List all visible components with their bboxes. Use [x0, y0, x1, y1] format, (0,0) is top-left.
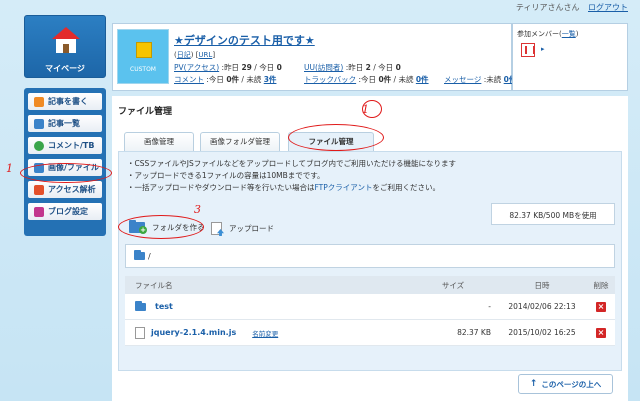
- blog-links: (日記) [URL]: [174, 51, 216, 59]
- logout-link[interactable]: ログアウト: [588, 3, 628, 12]
- upload-label: アップロード: [229, 224, 274, 233]
- annotation-circle-sidebar: [20, 163, 112, 183]
- note-line: ・一括アップロードやダウンロード等を行いたい場合はFTPクライアントをご利用くだ…: [127, 183, 440, 192]
- header-size: サイズ: [441, 280, 465, 290]
- pv-yesterday: 29: [241, 63, 252, 72]
- path-bar: /: [125, 244, 615, 268]
- blog-info-card: CUSTOM ★デザインのテスト用です★ (日記) [URL] PV(アクセス)…: [112, 23, 516, 91]
- comment-stats: コメント :今日 0件 / 未読 3件: [174, 75, 277, 84]
- members-list-link[interactable]: 一覧: [562, 30, 576, 38]
- user-line: ティリアさんさん ログアウト: [516, 2, 628, 13]
- comment-link[interactable]: コメント: [174, 75, 204, 84]
- tab-image-folder-management[interactable]: 画像フォルダ管理: [200, 132, 280, 151]
- notes: ・CSSファイルやJSファイルなどをアップロードしてブログ内でご利用いただける機…: [127, 158, 456, 194]
- wrench-icon: [34, 206, 44, 217]
- file-date: 2015/10/02 16:25: [508, 328, 576, 337]
- page-title: ファイル管理: [118, 107, 173, 117]
- back-to-top-button[interactable]: ↑ このページの上へ: [518, 374, 613, 394]
- usage-meter: 82.37 KB/500 MBを使用: [491, 203, 615, 225]
- comment-today: 0件: [226, 75, 240, 84]
- pv-link[interactable]: PV(アクセス): [174, 63, 219, 72]
- file-size: -: [488, 302, 491, 311]
- folder-name-link[interactable]: test: [155, 302, 173, 311]
- sidebar-item-settings[interactable]: ブログ設定: [28, 203, 102, 220]
- trackback-today: 0件: [378, 75, 392, 84]
- blog-title[interactable]: ★デザインのテスト用です★: [174, 32, 315, 48]
- message-link[interactable]: メッセージ: [444, 75, 481, 84]
- sidebar-item-write[interactable]: 記事を書く: [28, 93, 102, 110]
- sidebar-item-label: 記事を書く: [48, 97, 88, 106]
- diary-link[interactable]: 日記: [177, 51, 191, 59]
- sidebar-nav: 記事を書く 記事一覧 コメント/TB 画像/ファイル アクセス解析 ブログ設定: [24, 88, 106, 236]
- folder-icon: [135, 300, 146, 311]
- house-icon: [52, 27, 80, 53]
- trackback-stats: トラックバック :今日 0件 / 未読 0件: [304, 75, 429, 84]
- comment-icon: [34, 140, 44, 151]
- sidebar-item-label: アクセス解析: [48, 185, 96, 194]
- back-to-top-label: このページの上へ: [541, 379, 602, 389]
- members-box: 参加メンバー(一覧) ▸: [512, 23, 628, 91]
- annotation-circle-tab: [288, 124, 384, 151]
- trackback-link[interactable]: トラックバック: [304, 75, 356, 84]
- note-line: ・アップロードできる1ファイルの容量は10MBまでです。: [127, 171, 325, 180]
- annotation-circle-number: [362, 100, 382, 118]
- current-path: /: [148, 251, 151, 261]
- annotation-number: 1: [6, 162, 13, 175]
- mypage-button[interactable]: マイページ: [24, 15, 106, 78]
- usage-text: 82.37 KB/500 MBを使用: [509, 211, 597, 220]
- tab-image-management[interactable]: 画像管理: [124, 132, 194, 151]
- annotation-circle-folder: [118, 215, 204, 239]
- url-link[interactable]: URL: [198, 51, 212, 59]
- members-title: 参加メンバー(一覧): [517, 30, 579, 38]
- pencil-icon: [34, 96, 44, 107]
- ftp-client-link[interactable]: FTPクライアント: [315, 183, 373, 192]
- uu-yesterday: 2: [365, 63, 371, 72]
- chevron-right-icon[interactable]: ▸: [541, 45, 545, 53]
- pv-today: 0: [276, 63, 282, 72]
- sidebar-item-analytics[interactable]: アクセス解析: [28, 181, 102, 198]
- file-name-link[interactable]: jquery-2.1.4.min.js: [151, 328, 236, 337]
- pv-stats: PV(アクセス) :昨日 29 / 今日 0: [174, 63, 282, 72]
- comment-unread[interactable]: 3件: [264, 75, 277, 84]
- uu-link[interactable]: UU(訪問者): [304, 63, 343, 72]
- file-icon: [135, 326, 145, 339]
- sidebar-item-label: 記事一覧: [48, 119, 80, 128]
- upload-icon: [211, 222, 222, 235]
- annotation-number: 3: [194, 203, 201, 216]
- blog-thumbnail[interactable]: CUSTOM: [117, 29, 169, 84]
- uu-today: 0: [395, 63, 401, 72]
- chart-icon: [34, 184, 44, 195]
- folder-icon: [134, 250, 145, 260]
- header-delete: 削除: [593, 280, 609, 290]
- file-date: 2014/02/06 22:13: [508, 302, 576, 311]
- sidebar-item-label: ブログ設定: [48, 207, 88, 216]
- rename-link[interactable]: 名前変更: [252, 328, 278, 338]
- delete-icon[interactable]: ×: [596, 327, 606, 338]
- upload-button[interactable]: アップロード: [211, 222, 274, 235]
- table-row: jquery-2.1.4.min.js 名前変更 82.37 KB 2015/1…: [125, 320, 615, 346]
- thumbnail-label: CUSTOM: [130, 66, 156, 73]
- mypage-label: マイページ: [45, 64, 85, 73]
- cube-icon: [136, 42, 152, 58]
- note-line: ・CSSファイルやJSファイルなどをアップロードしてブログ内でご利用いただける機…: [127, 159, 457, 168]
- table-header: ファイル名 サイズ 日時 削除: [125, 276, 615, 294]
- member-avatar[interactable]: [521, 43, 535, 57]
- arrow-up-icon: ↑: [529, 379, 538, 389]
- user-name: ティリアさんさん: [515, 3, 580, 12]
- header-date: 日時: [534, 280, 550, 290]
- file-table: ファイル名 サイズ 日時 削除 test - 2014/02/06 22:13 …: [125, 276, 615, 346]
- tab-content: ・CSSファイルやJSファイルなどをアップロードしてブログ内でご利用いただける機…: [118, 151, 622, 371]
- header-name: ファイル名: [135, 280, 173, 290]
- message-stats: メッセージ :未読 0件: [444, 75, 517, 84]
- table-row: test - 2014/02/06 22:13 ×: [125, 294, 615, 320]
- sidebar-item-list[interactable]: 記事一覧: [28, 115, 102, 132]
- trackback-unread[interactable]: 0件: [416, 75, 429, 84]
- sidebar-item-comments[interactable]: コメント/TB: [28, 137, 102, 154]
- delete-icon[interactable]: ×: [596, 301, 606, 312]
- uu-stats: UU(訪問者) :昨日 2 / 今日 0: [304, 63, 401, 72]
- list-icon: [34, 118, 44, 129]
- sidebar-item-label: コメント/TB: [48, 141, 95, 150]
- file-size: 82.37 KB: [457, 328, 491, 337]
